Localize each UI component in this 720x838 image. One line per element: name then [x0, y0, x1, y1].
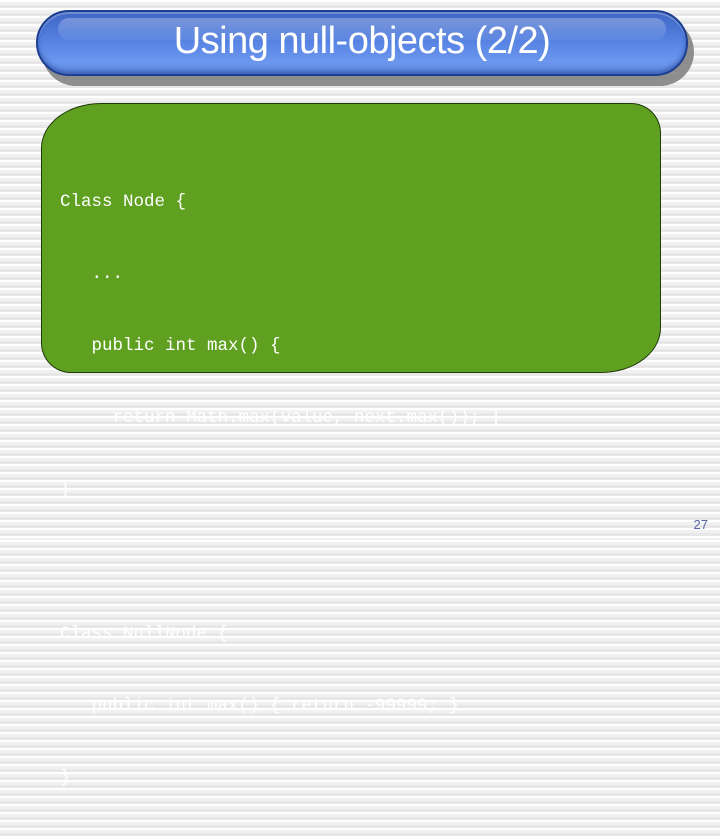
code-line: public int max() { return -99999; }: [60, 696, 460, 716]
page-number: 27: [693, 517, 708, 532]
code-text: Class Node { ... public int max() { retu…: [60, 142, 501, 838]
code-line: Class NullNode {: [60, 624, 229, 644]
slide-title: Using null-objects (2/2): [173, 19, 551, 62]
code-line: }: [60, 768, 71, 788]
code-line: }: [60, 480, 71, 500]
code-block: Class Node { ... public int max() { retu…: [41, 103, 661, 788]
title-bar: Using null-objects (2/2): [36, 10, 688, 76]
code-line: Class Node {: [60, 192, 187, 212]
code-line: public int max() {: [60, 336, 281, 356]
code-line: return Math.max(value, next.max()); }: [60, 408, 502, 428]
code-line: ...: [60, 264, 124, 284]
